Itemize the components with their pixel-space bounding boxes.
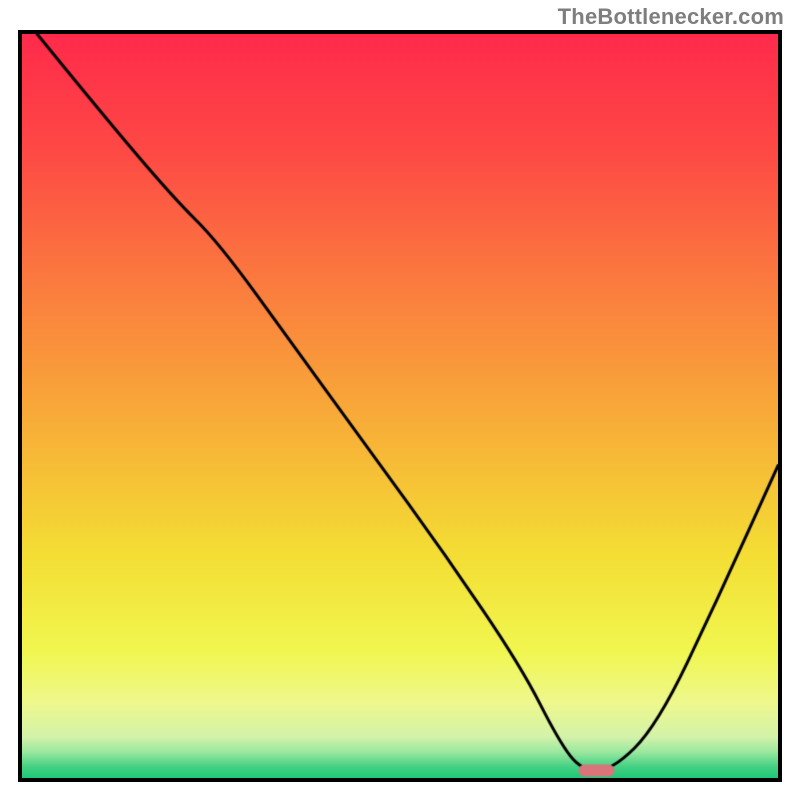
attribution-text: TheBottlenecker.com xyxy=(558,4,784,30)
bottleneck-chart xyxy=(22,34,778,778)
